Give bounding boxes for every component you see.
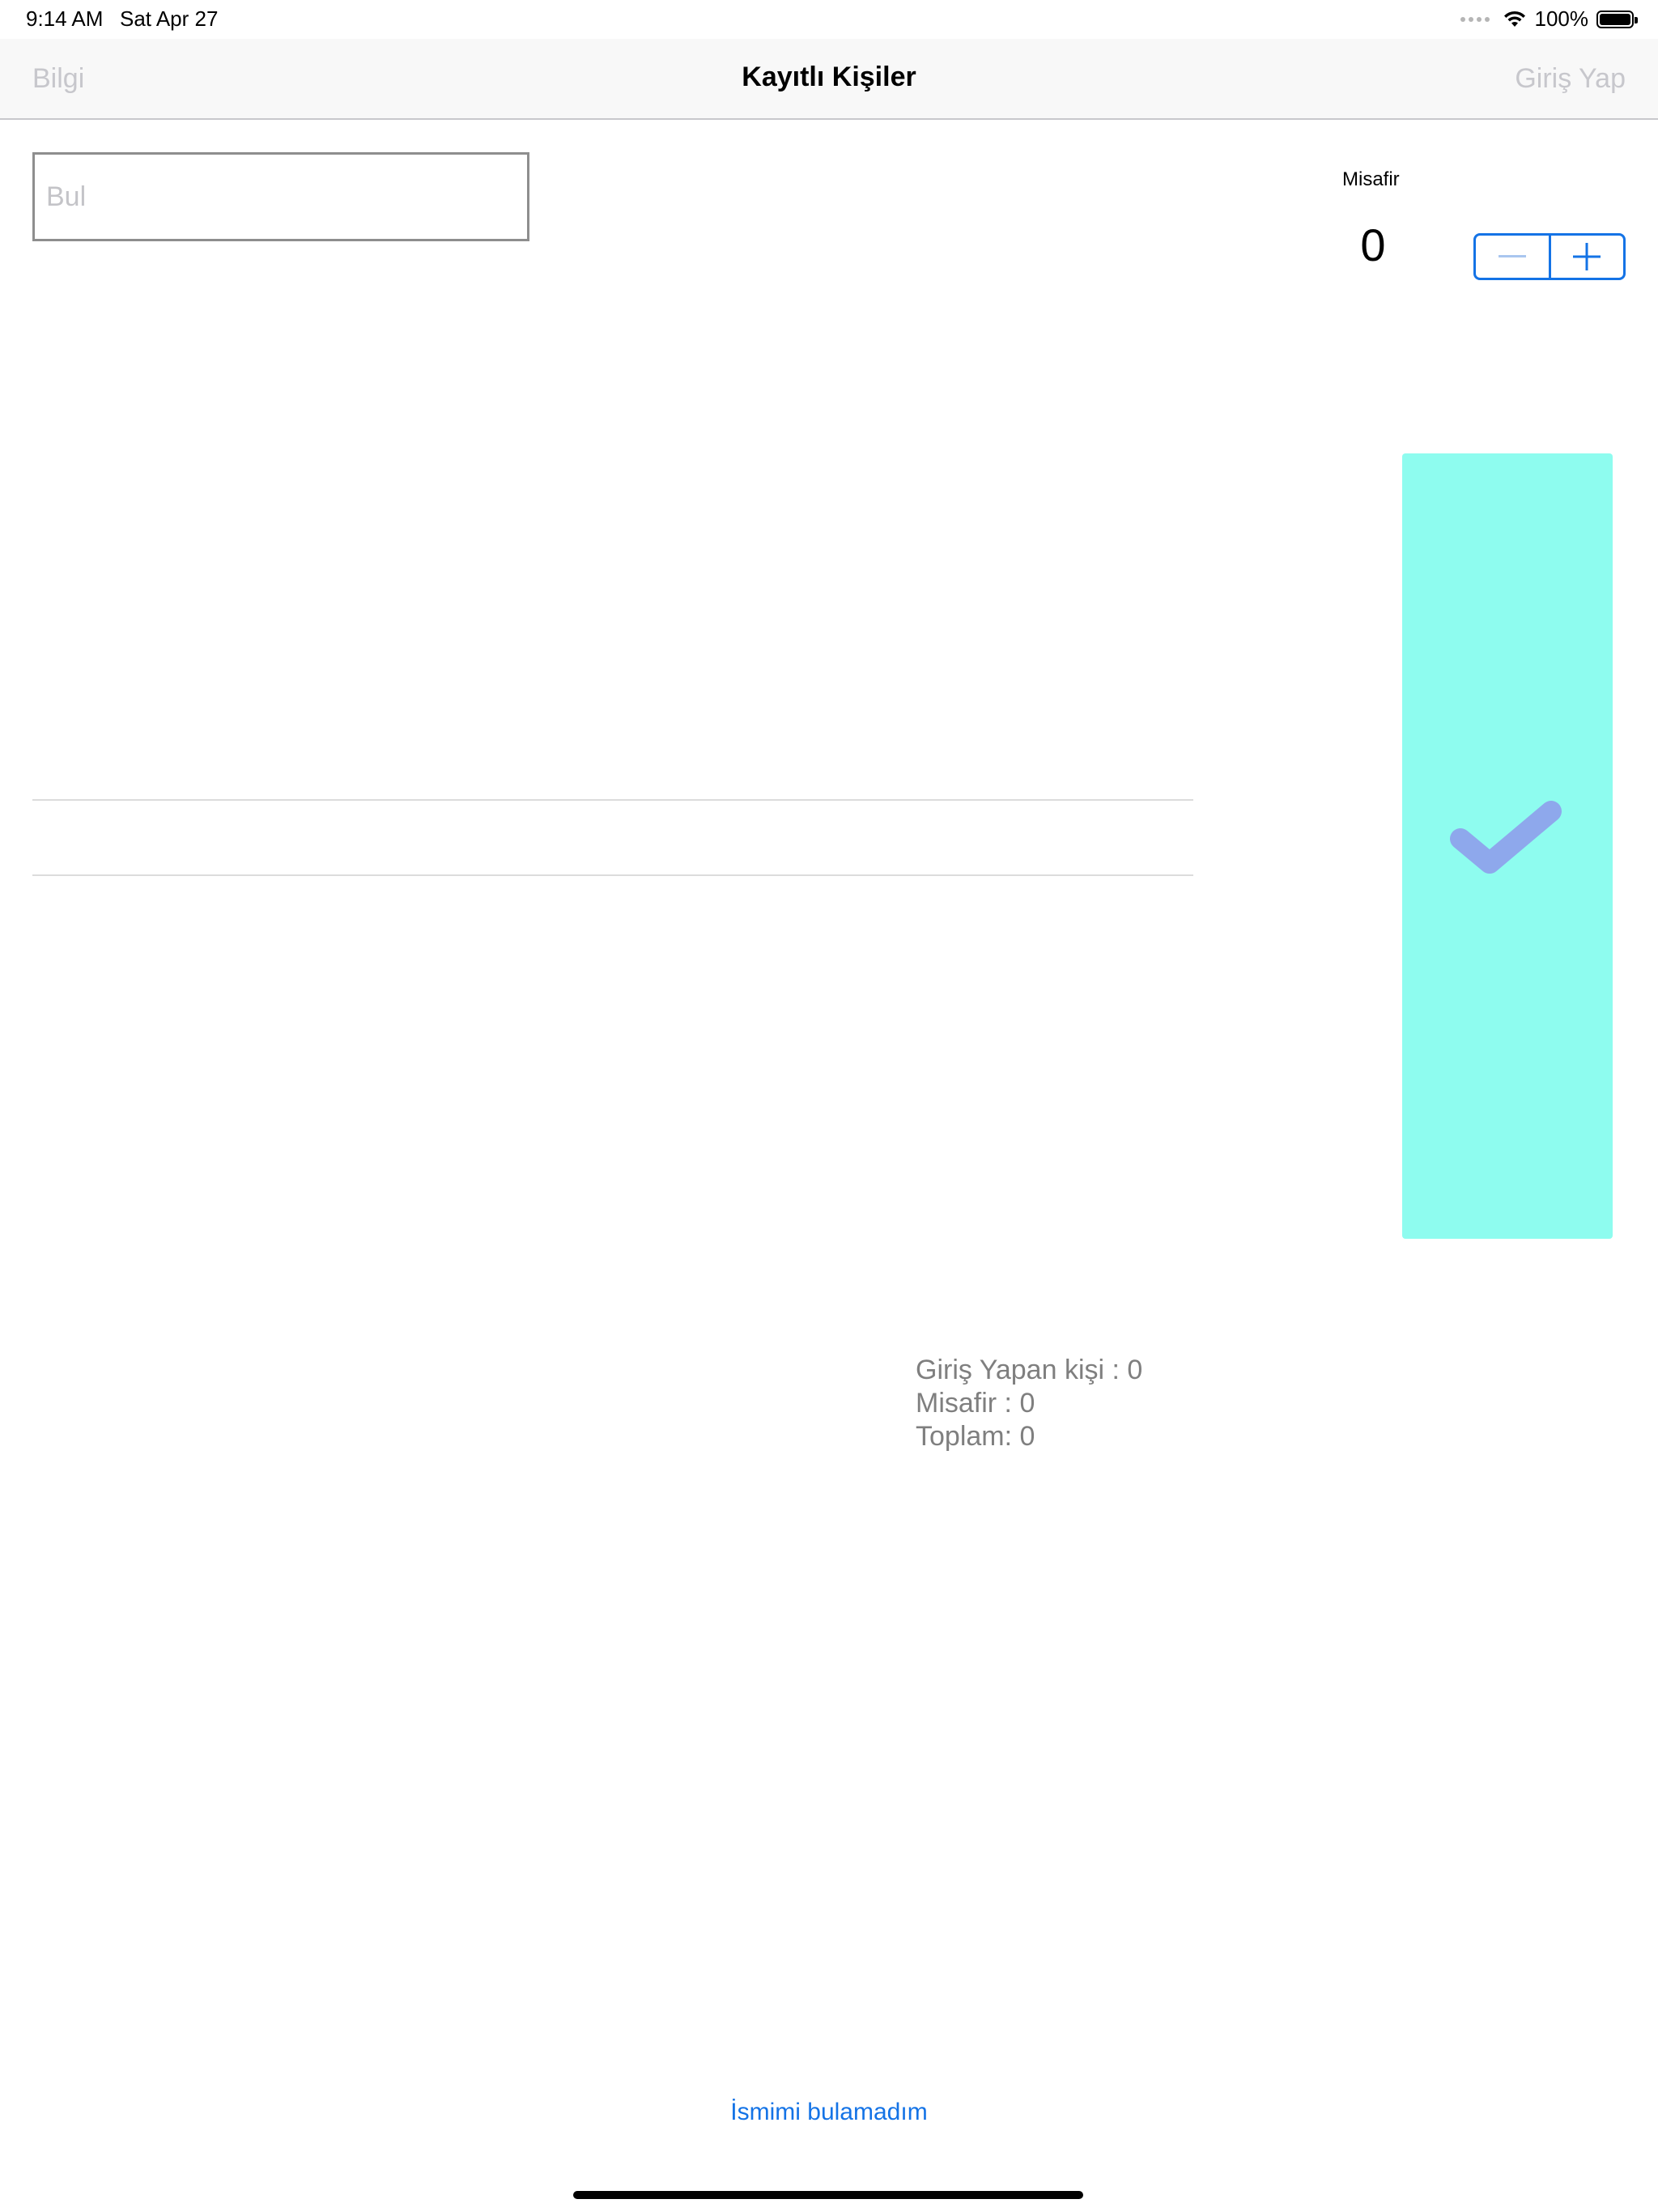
guest-label: Misafir bbox=[1342, 168, 1400, 190]
status-date: Sat Apr 27 bbox=[120, 6, 219, 31]
guest-stepper[interactable] bbox=[1473, 233, 1626, 280]
grand-total: Toplam: 0 bbox=[916, 1421, 1035, 1452]
minus-icon bbox=[1498, 255, 1526, 257]
status-bar: 9:14 AM Sat Apr 27 100% bbox=[0, 0, 1658, 39]
table-separator bbox=[32, 799, 1193, 801]
battery-percentage: 100% bbox=[1534, 6, 1589, 31]
confirm-checkin-button[interactable] bbox=[1402, 453, 1613, 1239]
status-indicators: 100% bbox=[1460, 6, 1638, 32]
guest-count: 0 bbox=[1360, 219, 1386, 270]
battery-icon bbox=[1596, 10, 1638, 28]
navigation-bar: Bilgi Kayıtlı Kişiler Giriş Yap bbox=[0, 39, 1658, 120]
checkin-summary: Giriş Yapan kişi : 0 Misafir : 0 Toplam:… bbox=[916, 1354, 1142, 1453]
login-button[interactable]: Giriş Yap bbox=[1515, 63, 1626, 95]
status-time: 9:14 AM bbox=[26, 6, 104, 31]
wifi-icon bbox=[1503, 11, 1525, 27]
decrement-button[interactable] bbox=[1476, 236, 1551, 278]
checked-in-count: Giriş Yapan kişi : 0 bbox=[916, 1355, 1143, 1385]
search-input[interactable] bbox=[32, 152, 529, 241]
cellular-signal-icon bbox=[1460, 16, 1490, 22]
guest-total: Misafir : 0 bbox=[916, 1388, 1035, 1419]
home-indicator bbox=[573, 2191, 1083, 2199]
increment-button[interactable] bbox=[1551, 236, 1624, 278]
page-title: Kayıtlı Kişiler bbox=[742, 62, 916, 92]
table-separator bbox=[32, 874, 1193, 876]
name-not-found-link[interactable]: İsmimi bulamadım bbox=[0, 2099, 1658, 2126]
checkmark-icon bbox=[1450, 801, 1562, 874]
plus-icon bbox=[1573, 243, 1601, 270]
